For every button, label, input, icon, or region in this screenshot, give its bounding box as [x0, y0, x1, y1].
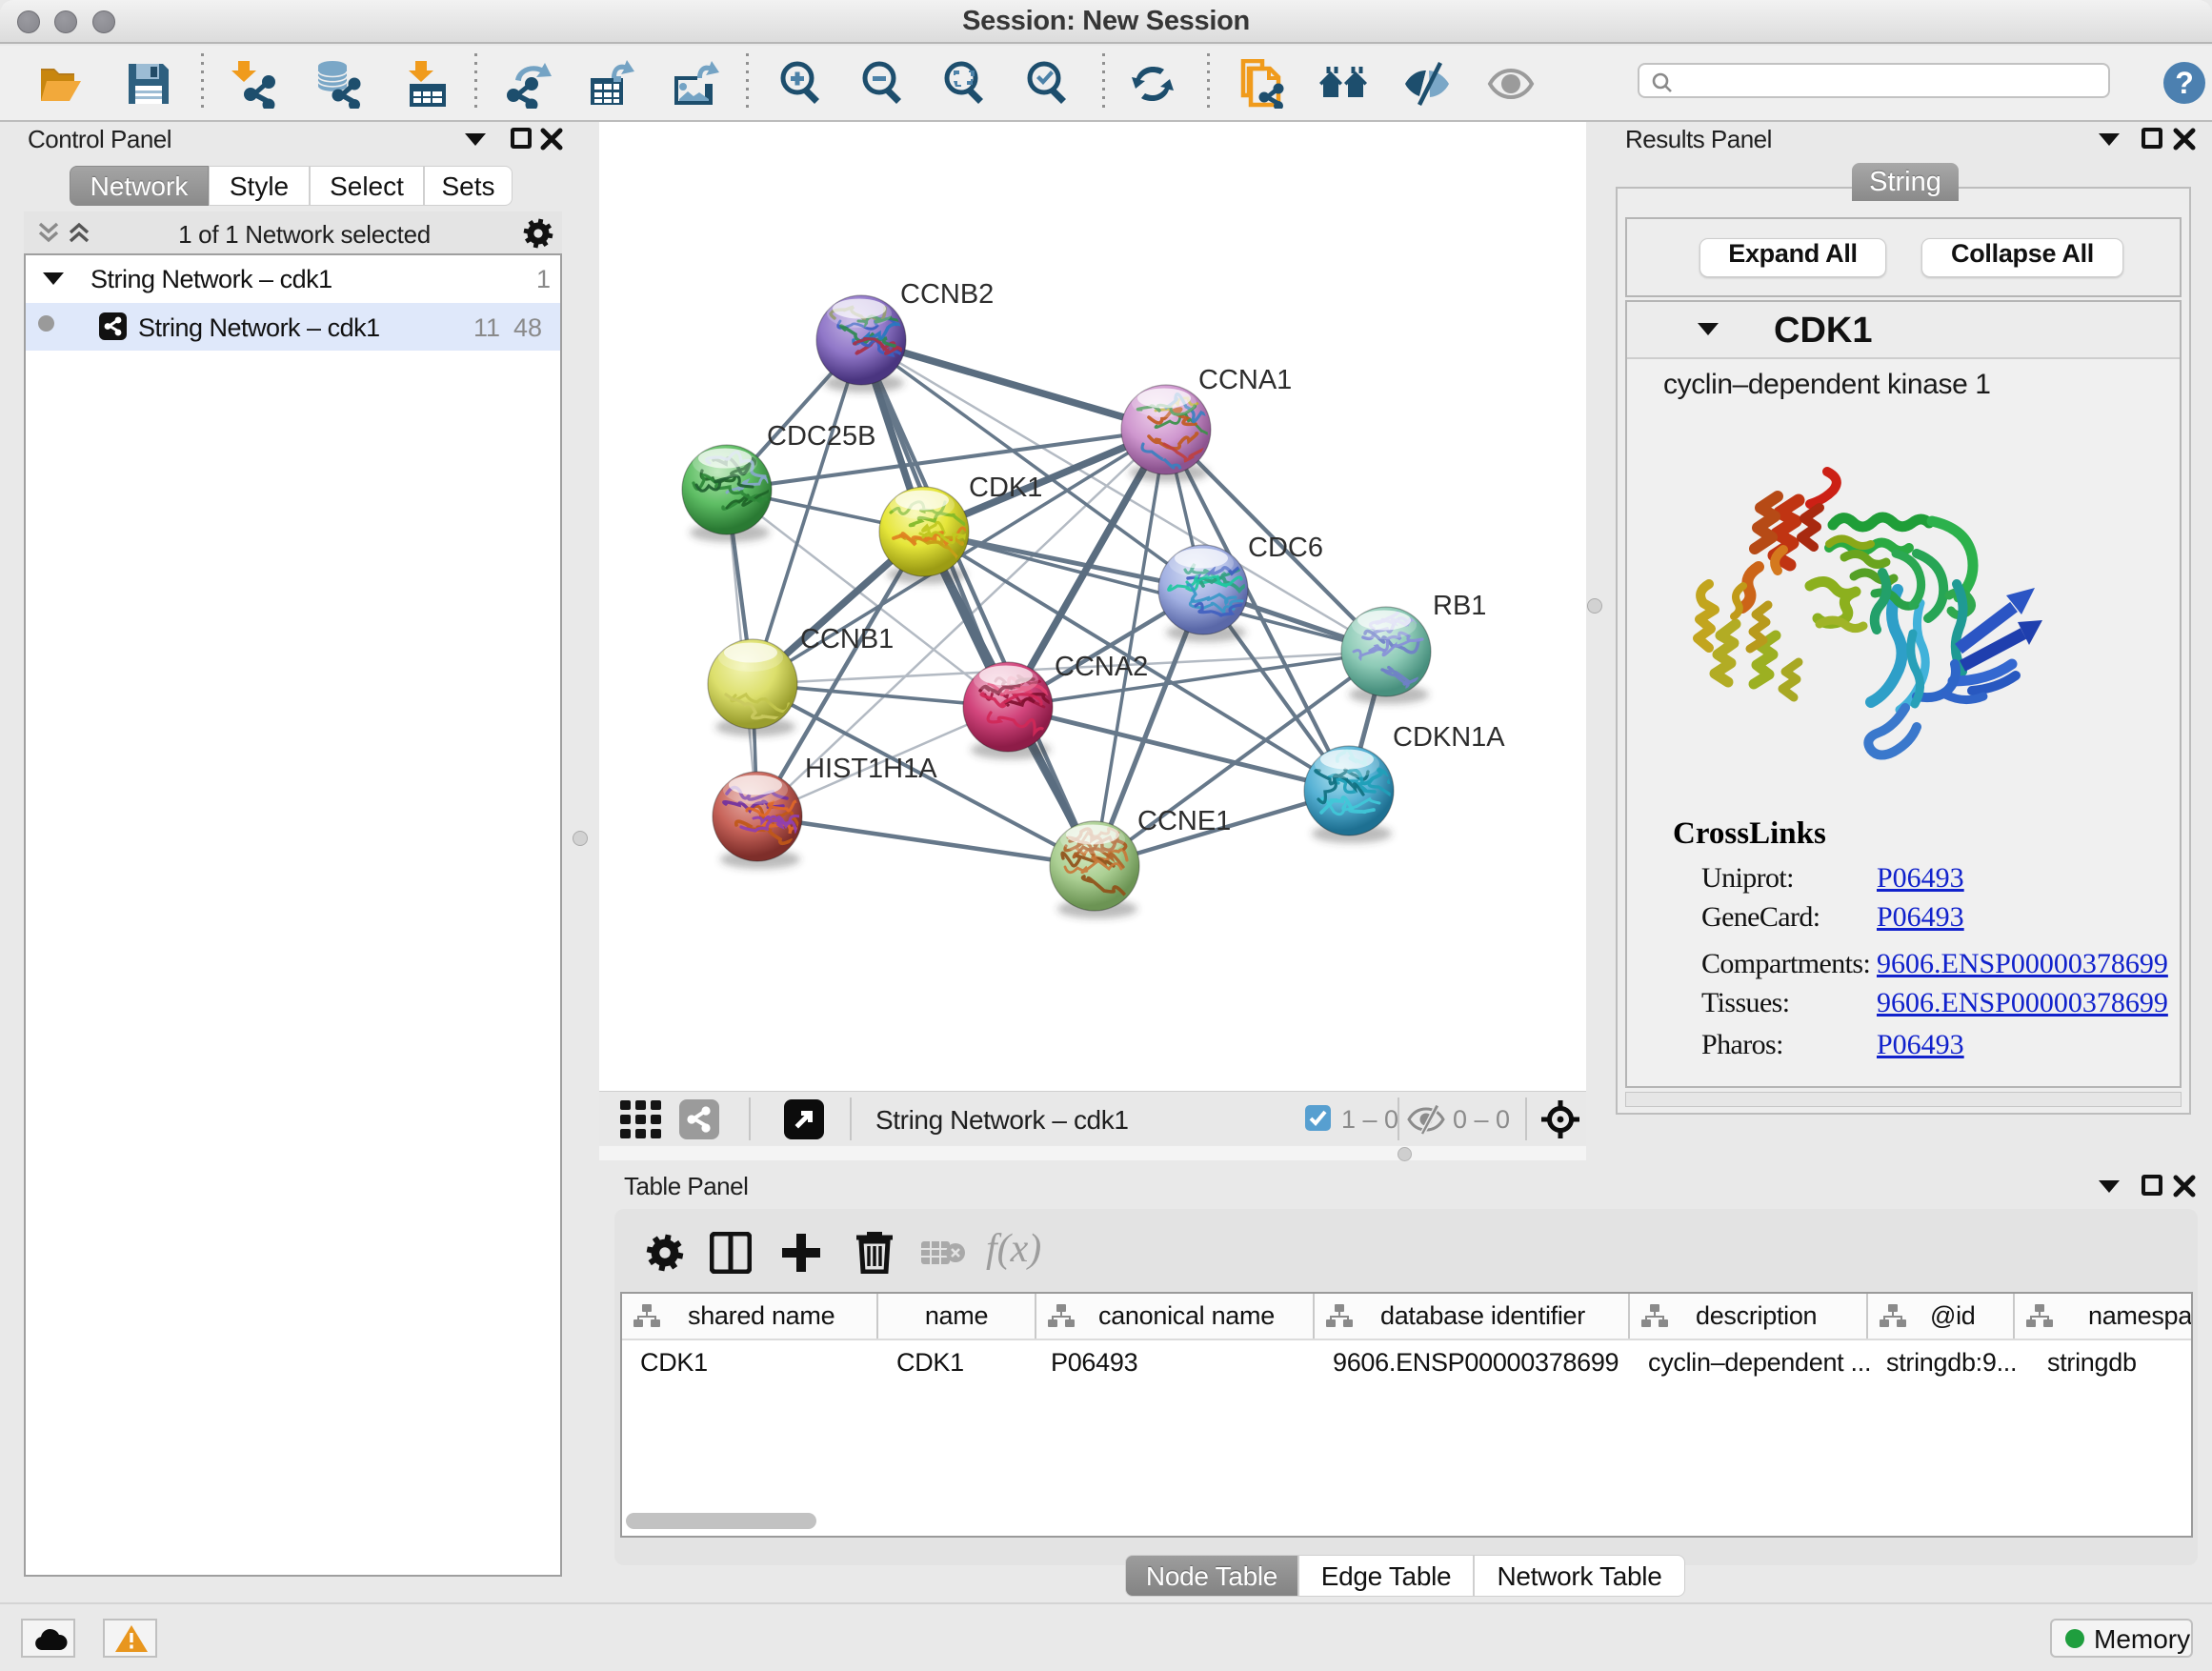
svg-text:CDC25B: CDC25B [767, 421, 875, 452]
svg-text:CCNA2: CCNA2 [1055, 652, 1148, 682]
svg-text:HIST1H1A: HIST1H1A [805, 754, 937, 784]
svg-text:CCNE1: CCNE1 [1137, 806, 1231, 836]
svg-text:RB1: RB1 [1433, 591, 1486, 621]
svg-text:CCNA1: CCNA1 [1198, 365, 1292, 395]
svg-text:CDKN1A: CDKN1A [1393, 722, 1505, 753]
svg-text:CDK1: CDK1 [969, 473, 1042, 503]
svg-text:CDC6: CDC6 [1248, 533, 1323, 563]
svg-text:CCNB1: CCNB1 [800, 624, 894, 654]
svg-text:CCNB2: CCNB2 [900, 279, 994, 310]
